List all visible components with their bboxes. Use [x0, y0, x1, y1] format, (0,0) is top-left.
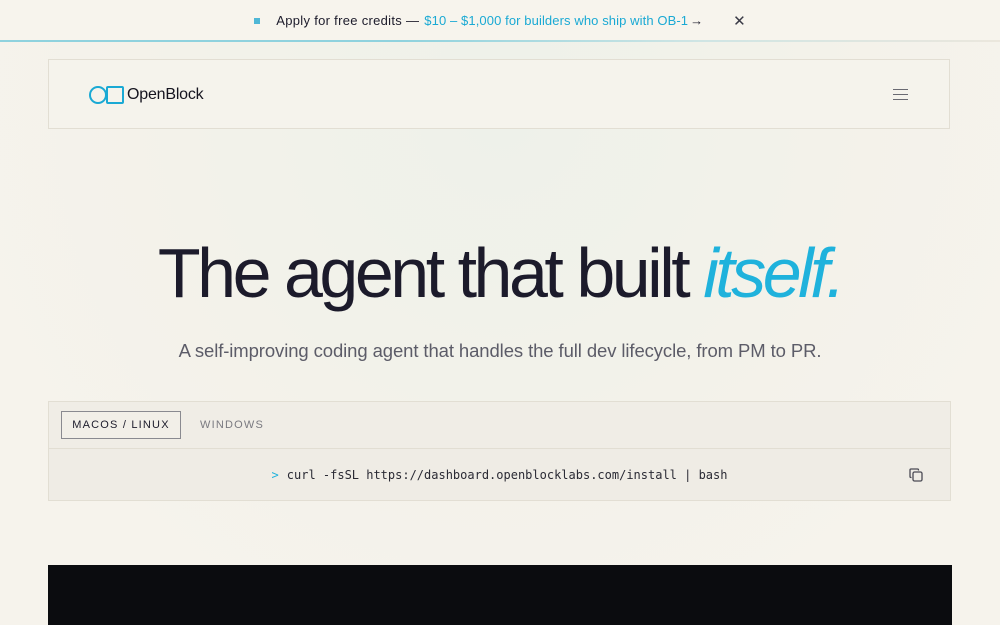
page: Apply for free credits — $10 – $1,000 fo…	[0, 0, 1000, 625]
navbar: OpenBlock	[48, 59, 950, 129]
logo-text: OpenBlock	[127, 86, 204, 103]
logo[interactable]: OpenBlock	[89, 86, 204, 104]
arrow-right-icon[interactable]: →	[690, 13, 703, 28]
announcement-banner: Apply for free credits — $10 – $1,000 fo…	[0, 0, 1000, 41]
os-tabs: MACOS / LINUX WINDOWS	[49, 402, 950, 449]
install-command[interactable]: curl -fsSL https://dashboard.openblockla…	[287, 468, 728, 482]
copy-icon[interactable]	[908, 467, 924, 483]
hamburger-menu-icon[interactable]	[893, 89, 908, 101]
prompt-symbol: >	[271, 468, 279, 482]
hero-subtitle: A self-improving coding agent that handl…	[178, 340, 822, 361]
hero-title: The agent that built itself.	[0, 228, 1000, 318]
banner-divider	[0, 40, 1000, 42]
install-panel: MACOS / LINUX WINDOWS > curl -fsSL https…	[48, 401, 951, 501]
tab-macos-linux[interactable]: MACOS / LINUX	[61, 411, 181, 439]
close-icon[interactable]: ✕	[733, 12, 746, 30]
hero-title-accent: itself.	[703, 234, 845, 312]
banner-credits-link[interactable]: $10 – $1,000 for builders who ship with …	[424, 13, 688, 28]
hero-title-main: The agent that built	[157, 234, 704, 312]
banner-text: Apply for free credits —	[276, 13, 420, 28]
demo-video-section	[48, 565, 952, 625]
bullet-square-icon	[254, 17, 261, 24]
openblock-logo-icon	[89, 86, 124, 104]
tab-windows[interactable]: WINDOWS	[190, 411, 274, 439]
install-command-row: > curl -fsSL https://dashboard.openblock…	[49, 449, 950, 501]
